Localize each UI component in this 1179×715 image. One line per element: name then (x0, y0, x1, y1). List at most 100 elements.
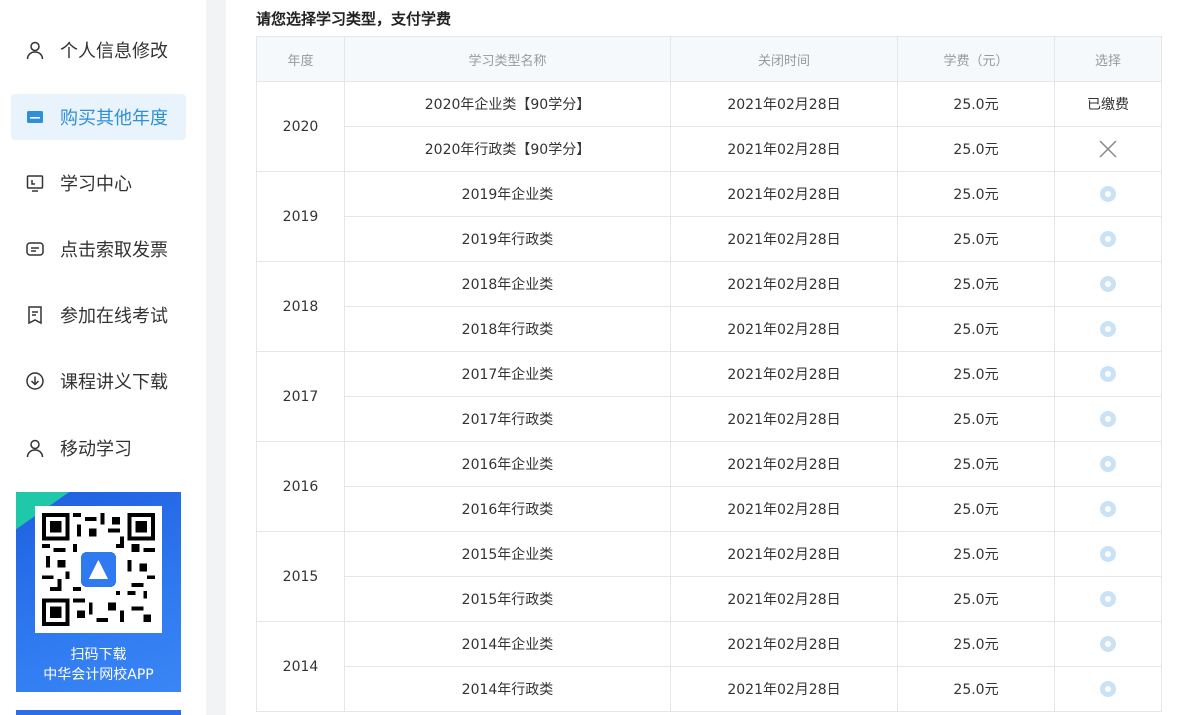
card-icon (25, 107, 45, 127)
table-row: 2018 2018年企业类 2021年02月28日 25.0元 (256, 261, 1162, 352)
monitor-icon (25, 173, 45, 193)
table-row: 2017年行政类 2021年02月28日 25.0元 (257, 396, 1162, 442)
column-header-type-name: 学习类型名称 (344, 36, 671, 82)
select-cell (1054, 531, 1162, 577)
select-radio[interactable] (1100, 546, 1116, 562)
table-row: 2015年行政类 2021年02月28日 25.0元 (257, 576, 1162, 622)
type-name-cell: 2015年行政类 (344, 576, 671, 622)
column-header-close-time: 关闭时间 (670, 36, 898, 82)
user-icon (25, 438, 45, 458)
close-icon (1099, 140, 1117, 158)
exam-icon (25, 305, 45, 325)
select-radio[interactable] (1100, 411, 1116, 427)
paid-status: 已缴费 (1087, 97, 1129, 113)
type-name-cell: 2014年行政类 (344, 666, 671, 712)
promo-caption: 扫码下载 (70, 647, 127, 663)
sidebar-item-online-exam[interactable]: 参加在线考试 (11, 292, 186, 338)
select-radio[interactable] (1100, 366, 1116, 382)
sidebar-item-learning-center[interactable]: 学习中心 (11, 160, 186, 206)
table-row: 2017 2017年企业类 2021年02月28日 25.0元 (256, 351, 1162, 442)
select-cell (1054, 306, 1162, 352)
select-cell (1054, 441, 1162, 487)
select-radio[interactable] (1100, 501, 1116, 517)
fee-cell: 25.0元 (897, 576, 1055, 622)
app-download-banner[interactable]: 扫码下载 中华会计网校APP (16, 492, 181, 692)
sidebar-item-mobile-learning[interactable]: 移动学习 (11, 425, 186, 471)
close-time-cell: 2021年02月28日 (670, 396, 898, 442)
type-name-cell: 2017年行政类 (344, 396, 671, 442)
close-time-cell: 2021年02月28日 (670, 666, 898, 712)
secondary-banner (16, 710, 181, 715)
sidebar-item-label: 购买其他年度 (60, 108, 168, 129)
sidebar-item-profile[interactable]: 个人信息修改 (11, 27, 186, 73)
type-name-cell: 2018年行政类 (344, 306, 671, 352)
select-cell (1054, 216, 1162, 262)
table-row: 2016 2016年企业类 2021年02月28日 25.0元 (256, 441, 1162, 532)
select-radio[interactable] (1100, 231, 1116, 247)
select-radio[interactable] (1100, 591, 1116, 607)
sidebar-item-label: 课程讲义下载 (60, 372, 168, 393)
type-name-cell: 2017年企业类 (344, 351, 671, 397)
invoice-icon (25, 239, 45, 259)
close-time-cell: 2021年02月28日 (670, 441, 898, 487)
fee-cell: 25.0元 (897, 81, 1055, 127)
main-content: 请您选择学习类型，支付学费 年度 学习类型名称 关闭时间 学费（元） 选择 20… (226, 0, 1179, 715)
select-radio[interactable] (1100, 186, 1116, 202)
type-name-cell: 2020年行政类【90学分】 (344, 126, 671, 172)
close-time-cell: 2021年02月28日 (670, 351, 898, 397)
study-type-table: 年度 学习类型名称 关闭时间 学费（元） 选择 2020 2020年企业类【90学… (256, 36, 1162, 712)
sidebar-item-invoice[interactable]: 点击索取发票 (11, 226, 186, 272)
column-header-fee: 学费（元） (897, 36, 1055, 82)
page-title: 请您选择学习类型，支付学费 (256, 10, 452, 28)
table-row: 2020年行政类【90学分】 2021年02月28日 25.0元 (257, 126, 1162, 172)
year-cell: 2020 (256, 81, 345, 172)
year-cell: 2017 (256, 351, 345, 442)
close-time-cell: 2021年02月28日 (670, 126, 898, 172)
fee-cell: 25.0元 (897, 351, 1055, 397)
close-time-cell: 2021年02月28日 (670, 81, 898, 127)
close-time-cell: 2021年02月28日 (670, 216, 898, 262)
sidebar-item-buy-other-years[interactable]: 购买其他年度 (11, 94, 186, 140)
type-name-cell: 2016年企业类 (344, 441, 671, 487)
close-time-cell: 2021年02月28日 (670, 486, 898, 532)
sidebar-item-label: 学习中心 (60, 174, 132, 195)
type-name-cell: 2019年企业类 (344, 171, 671, 217)
column-header-select: 选择 (1054, 36, 1162, 82)
select-cell (1054, 261, 1162, 307)
table-row: 2014年行政类 2021年02月28日 25.0元 (257, 666, 1162, 712)
download-icon (25, 371, 45, 391)
select-radio[interactable] (1100, 321, 1116, 337)
sidebar: 个人信息修改 购买其他年度 学习中心 点击索取发票 参加在线考试 课程讲义下载 … (0, 0, 206, 715)
table-row: 2018年行政类 2021年02月28日 25.0元 (257, 306, 1162, 352)
type-name-cell: 2019年行政类 (344, 216, 671, 262)
select-radio[interactable] (1100, 636, 1116, 652)
type-name-cell: 2014年企业类 (344, 621, 671, 667)
year-cell: 2019 (256, 171, 345, 262)
table-row: 2014 2014年企业类 2021年02月28日 25.0元 (256, 621, 1162, 712)
fee-cell: 25.0元 (897, 396, 1055, 442)
type-name-cell: 2015年企业类 (344, 531, 671, 577)
close-time-cell: 2021年02月28日 (670, 171, 898, 217)
fee-cell: 25.0元 (897, 171, 1055, 217)
type-name-cell: 2018年企业类 (344, 261, 671, 307)
fee-cell: 25.0元 (897, 216, 1055, 262)
close-time-cell: 2021年02月28日 (670, 621, 898, 667)
close-time-cell: 2021年02月28日 (670, 306, 898, 352)
select-radio[interactable] (1100, 456, 1116, 472)
year-cell: 2016 (256, 441, 345, 532)
qr-code (35, 506, 162, 633)
select-radio[interactable] (1100, 276, 1116, 292)
table-header-row: 年度 学习类型名称 关闭时间 学费（元） 选择 (256, 36, 1162, 82)
sidebar-item-course-download[interactable]: 课程讲义下载 (11, 358, 186, 404)
year-cell: 2014 (256, 621, 345, 712)
select-cell: 已缴费 (1054, 81, 1162, 127)
select-cell (1054, 171, 1162, 217)
select-cell (1054, 576, 1162, 622)
column-header-year: 年度 (256, 36, 345, 82)
select-radio[interactable] (1100, 681, 1116, 697)
select-cell (1054, 666, 1162, 712)
fee-cell: 25.0元 (897, 261, 1055, 307)
user-icon (25, 40, 45, 60)
fee-cell: 25.0元 (897, 306, 1055, 352)
sidebar-item-label: 移动学习 (60, 439, 132, 460)
